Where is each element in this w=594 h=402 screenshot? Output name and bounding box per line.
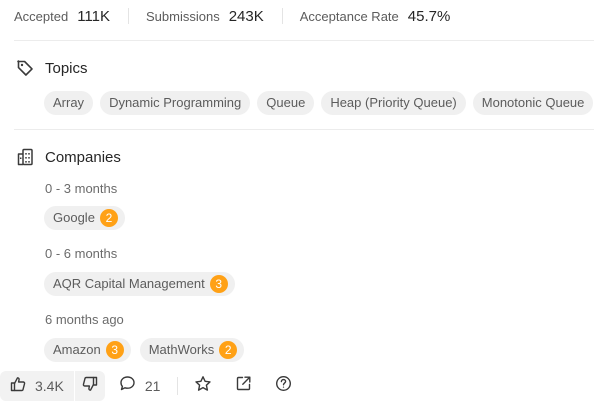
company-list: Amazon 3 MathWorks 2 — [44, 338, 245, 362]
frequency-badge: 2 — [99, 209, 118, 227]
acceptance-rate-value: 45.7% — [407, 7, 451, 25]
topic-chip[interactable]: Queue — [257, 91, 315, 115]
period-label: 0 - 3 months — [45, 181, 118, 196]
thumbs-up-icon — [10, 376, 26, 397]
company-list: AQR Capital Management 3 — [44, 272, 235, 296]
star-icon — [194, 375, 212, 398]
companies-header[interactable]: Companies — [16, 148, 121, 166]
topic-list: Array Dynamic Programming Queue Heap (Pr… — [44, 91, 594, 115]
frequency-badge: 2 — [219, 341, 238, 359]
stats-row: Accepted 111K Submissions 243K Acceptanc… — [14, 7, 450, 25]
period-label: 0 - 6 months — [45, 246, 118, 261]
like-button[interactable]: 3.4K — [0, 371, 74, 401]
building-icon — [16, 148, 34, 166]
period-label: 6 months ago — [45, 312, 124, 327]
company-name: Google — [53, 210, 95, 225]
company-chip[interactable]: AQR Capital Management 3 — [44, 272, 235, 296]
comment-count: 21 — [144, 378, 161, 394]
topic-chip[interactable]: Dynamic Programming — [100, 91, 251, 115]
topics-header[interactable]: Topics — [16, 59, 88, 77]
share-button[interactable] — [233, 376, 253, 396]
stats-divider — [281, 8, 283, 24]
stats-divider — [128, 8, 130, 24]
frequency-badge: 3 — [209, 275, 228, 293]
topic-chip[interactable]: Heap (Priority Queue) — [321, 91, 466, 115]
company-chip[interactable]: Google 2 — [44, 206, 125, 230]
frequency-badge: 3 — [105, 341, 124, 359]
help-icon — [275, 375, 292, 397]
tag-icon — [16, 59, 34, 77]
submissions-value: 243K — [228, 7, 264, 25]
topic-chip[interactable]: Monotonic Queue — [472, 91, 594, 115]
action-bar: 3.4K 21 — [0, 371, 293, 401]
companies-title: Companies — [45, 148, 121, 166]
company-name: Amazon — [53, 342, 101, 357]
company-name: MathWorks — [148, 342, 215, 357]
section-divider — [14, 129, 594, 130]
submissions-stat: Submissions 243K — [146, 8, 264, 25]
accepted-value: 111K — [77, 7, 111, 25]
acceptance-rate-stat: Acceptance Rate 45.7% — [300, 8, 451, 25]
company-list: Google 2 — [44, 206, 125, 230]
acceptance-rate-label: Acceptance Rate — [299, 8, 399, 24]
dislike-button[interactable] — [75, 371, 105, 401]
favorite-button[interactable] — [193, 375, 213, 398]
vote-group: 3.4K — [0, 371, 105, 401]
thumbs-down-icon — [82, 376, 98, 397]
topic-chip[interactable]: Array — [44, 91, 94, 115]
accepted-label: Accepted — [14, 8, 69, 24]
share-icon — [235, 375, 252, 397]
help-button[interactable] — [273, 375, 293, 397]
comments-button[interactable]: 21 — [119, 375, 161, 397]
action-divider — [177, 377, 179, 395]
submissions-label: Submissions — [146, 8, 220, 24]
company-name: AQR Capital Management — [53, 276, 205, 291]
company-chip[interactable]: MathWorks 2 — [139, 338, 245, 362]
topics-title: Topics — [45, 59, 88, 77]
like-count: 3.4K — [35, 378, 64, 394]
company-chip[interactable]: Amazon 3 — [44, 338, 131, 362]
comment-icon — [119, 375, 136, 397]
section-divider — [14, 40, 594, 41]
accepted-stat: Accepted 111K — [14, 8, 110, 25]
